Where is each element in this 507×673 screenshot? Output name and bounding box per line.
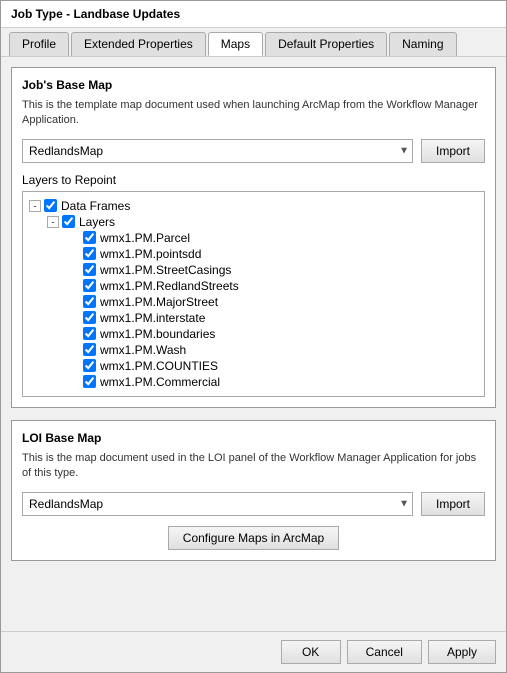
tree-label-counties: wmx1.PM.COUNTIES	[100, 359, 218, 373]
footer-buttons: OK Cancel Apply	[1, 631, 506, 672]
tree-item-streetcasings: wmx1.PM.StreetCasings	[29, 262, 478, 278]
tree-item-wash: wmx1.PM.Wash	[29, 342, 478, 358]
tree-label-parcel: wmx1.PM.Parcel	[100, 231, 190, 245]
tree-item-layers: - Layers	[29, 214, 478, 230]
tree-item-pointsdd: wmx1.PM.pointsdd	[29, 246, 478, 262]
tab-extended-properties[interactable]: Extended Properties	[71, 32, 206, 56]
tree-label-interstate: wmx1.PM.interstate	[100, 311, 205, 325]
tree-toggle-layers[interactable]: -	[47, 216, 59, 228]
tree-label-streetcasings: wmx1.PM.StreetCasings	[100, 263, 231, 277]
tree-item-majorstreet: wmx1.PM.MajorStreet	[29, 294, 478, 310]
tree-label-redlandstreets: wmx1.PM.RedlandStreets	[100, 279, 239, 293]
title-bar: Job Type - Landbase Updates	[1, 1, 506, 28]
tree-checkbox-pointsdd[interactable]	[83, 247, 96, 260]
tab-naming[interactable]: Naming	[389, 32, 456, 56]
tree-checkbox-boundaries[interactable]	[83, 327, 96, 340]
jobs-base-map-dropdown-wrapper: RedlandsMap ▼	[22, 139, 413, 163]
tree-label-wash: wmx1.PM.Wash	[100, 343, 186, 357]
tree-item-interstate: wmx1.PM.interstate	[29, 310, 478, 326]
tree-checkbox-redlandstreets[interactable]	[83, 279, 96, 292]
loi-base-map-dropdown-wrapper: RedlandsMap ▼	[22, 492, 413, 516]
main-window: Job Type - Landbase Updates Profile Exte…	[0, 0, 507, 673]
jobs-base-map-description: This is the template map document used w…	[22, 98, 485, 129]
tree-item-parcel: wmx1.PM.Parcel	[29, 230, 478, 246]
jobs-base-map-dropdown[interactable]: RedlandsMap	[22, 139, 413, 163]
tab-bar: Profile Extended Properties Maps Default…	[1, 28, 506, 57]
tree-checkbox-majorstreet[interactable]	[83, 295, 96, 308]
window-title: Job Type - Landbase Updates	[11, 7, 180, 21]
tree-checkbox-counties[interactable]	[83, 359, 96, 372]
loi-base-map-dropdown-row: RedlandsMap ▼ Import	[22, 492, 485, 516]
loi-base-map-description: This is the map document used in the LOI…	[22, 451, 485, 482]
jobs-base-map-import-button[interactable]: Import	[421, 139, 485, 163]
tree-label-pointsdd: wmx1.PM.pointsdd	[100, 247, 201, 261]
ok-button[interactable]: OK	[281, 640, 341, 664]
layers-tree-container: - Data Frames - Layers wmx1.PM.Parcel	[22, 191, 485, 397]
tab-default-properties[interactable]: Default Properties	[265, 32, 387, 56]
tab-profile[interactable]: Profile	[9, 32, 69, 56]
loi-base-map-title: LOI Base Map	[22, 431, 485, 445]
tree-label-layers: Layers	[79, 215, 115, 229]
tree-checkbox-wash[interactable]	[83, 343, 96, 356]
loi-base-map-import-button[interactable]: Import	[421, 492, 485, 516]
tree-label-majorstreet: wmx1.PM.MajorStreet	[100, 295, 218, 309]
loi-base-map-dropdown[interactable]: RedlandsMap	[22, 492, 413, 516]
tree-checkbox-parcel[interactable]	[83, 231, 96, 244]
tree-checkbox-streetcasings[interactable]	[83, 263, 96, 276]
apply-button[interactable]: Apply	[428, 640, 496, 664]
tree-checkbox-layers[interactable]	[62, 215, 75, 228]
tree-item-boundaries: wmx1.PM.boundaries	[29, 326, 478, 342]
tree-checkbox-dataframes[interactable]	[44, 199, 57, 212]
tab-maps[interactable]: Maps	[208, 32, 263, 56]
main-content: Job's Base Map This is the template map …	[1, 57, 506, 631]
tree-label-dataframes: Data Frames	[61, 199, 130, 213]
jobs-base-map-section: Job's Base Map This is the template map …	[11, 67, 496, 408]
jobs-base-map-dropdown-row: RedlandsMap ▼ Import	[22, 139, 485, 163]
jobs-base-map-title: Job's Base Map	[22, 78, 485, 92]
tree-checkbox-interstate[interactable]	[83, 311, 96, 324]
tree-toggle-dataframes[interactable]: -	[29, 200, 41, 212]
tree-checkbox-commercial[interactable]	[83, 375, 96, 388]
configure-maps-button[interactable]: Configure Maps in ArcMap	[168, 526, 339, 550]
tree-label-boundaries: wmx1.PM.boundaries	[100, 327, 215, 341]
tree-label-commercial: wmx1.PM.Commercial	[100, 375, 220, 389]
cancel-button[interactable]: Cancel	[347, 640, 422, 664]
tree-item-counties: wmx1.PM.COUNTIES	[29, 358, 478, 374]
tree-item-redlandstreets: wmx1.PM.RedlandStreets	[29, 278, 478, 294]
tree-item-commercial: wmx1.PM.Commercial	[29, 374, 478, 390]
tree-item-dataframes: - Data Frames	[29, 198, 478, 214]
loi-base-map-section: LOI Base Map This is the map document us…	[11, 420, 496, 561]
layers-to-repoint-label: Layers to Repoint	[22, 173, 485, 187]
